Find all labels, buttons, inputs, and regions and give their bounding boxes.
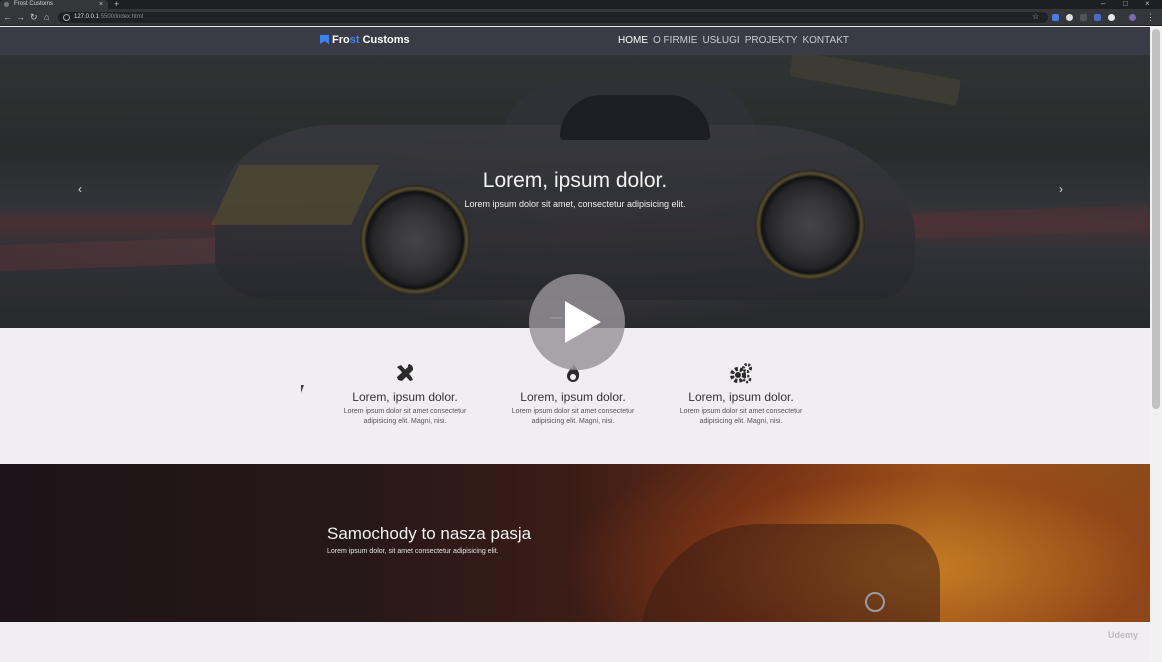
- menu-dots-icon[interactable]: ⋮: [1146, 12, 1155, 22]
- url-text: 127.0.0.1:5500/index.html: [74, 14, 144, 20]
- close-window-button[interactable]: ×: [1145, 0, 1150, 8]
- back-icon[interactable]: ←: [3, 12, 12, 22]
- site-navbar: Frost Customs HOME O FIRMIE USŁUGI PROJE…: [0, 27, 1150, 55]
- hero-title: Lorem, ipsum dolor.: [482, 169, 668, 192]
- extension-icon[interactable]: [1108, 14, 1115, 21]
- feature-title: Lorem, ipsum dolor.: [352, 390, 458, 404]
- extension-icon[interactable]: [1052, 14, 1059, 21]
- feature-text: Lorem ipsum dolor sit amet consectetur a…: [343, 408, 467, 425]
- browser-tab[interactable]: Frost Customs ×: [0, 0, 108, 9]
- cogs-icon: [671, 362, 811, 384]
- browser-toolbar: ← → ↻ ⌂ 127.0.0.1:5500/index.html ☆ ⋮: [0, 9, 1162, 26]
- bookmark-star-icon[interactable]: ☆: [1032, 12, 1039, 21]
- mouse-cursor-icon: [301, 385, 304, 393]
- scrollbar-thumb[interactable]: [1152, 29, 1160, 409]
- feature-title: Lorem, ipsum dolor.: [520, 390, 626, 404]
- browser-tab-bar: Frost Customs × + – □ ×: [0, 0, 1162, 9]
- next-section: [0, 622, 1150, 662]
- reload-icon[interactable]: ↻: [30, 12, 38, 22]
- nav-link-home[interactable]: HOME: [618, 35, 648, 46]
- play-video-button[interactable]: [529, 274, 625, 370]
- tab-title: Frost Customs: [14, 1, 54, 7]
- minimize-button[interactable]: –: [1101, 0, 1105, 8]
- extension-icon[interactable]: [1094, 14, 1101, 21]
- feature-card: Lorem, ipsum dolor. Lorem ipsum dolor si…: [671, 362, 811, 427]
- feature-title: Lorem, ipsum dolor.: [688, 390, 794, 404]
- nav-link-kontakt[interactable]: KONTAKT: [802, 35, 848, 46]
- brand-logo[interactable]: Frost Customs: [320, 34, 410, 46]
- nav-link-uslugi[interactable]: USŁUGI: [702, 35, 739, 46]
- favicon-icon: [4, 2, 9, 7]
- maximize-button[interactable]: □: [1123, 0, 1128, 8]
- nav-link-o-firmie[interactable]: O FIRMIE: [653, 35, 697, 46]
- feature-card: Lorem, ipsum dolor. Lorem ipsum dolor si…: [335, 362, 475, 427]
- carousel-next-icon[interactable]: ›: [1059, 182, 1063, 196]
- forward-icon[interactable]: →: [16, 12, 25, 22]
- extension-icon[interactable]: [1080, 14, 1087, 21]
- udemy-watermark: Udemy: [1108, 630, 1139, 640]
- profile-avatar[interactable]: [1129, 14, 1136, 21]
- extension-icon[interactable]: [1066, 14, 1073, 21]
- brand-icon: [320, 35, 329, 44]
- page-scrollbar[interactable]: [1150, 27, 1162, 662]
- feature-text: Lorem ipsum dolor sit amet consectetur a…: [511, 408, 635, 425]
- passion-subtitle: Lorem ipsum dolor, sit amet consectetur …: [327, 548, 499, 555]
- hero-subtitle: Lorem ipsum dolor sit amet, consectetur …: [464, 199, 686, 209]
- home-icon[interactable]: ⌂: [44, 12, 49, 22]
- tools-icon: [335, 362, 475, 384]
- address-bar[interactable]: 127.0.0.1:5500/index.html: [58, 12, 1048, 23]
- car-badge-logo: [865, 592, 885, 612]
- feature-card: Lorem, ipsum dolor. Lorem ipsum dolor si…: [503, 362, 643, 427]
- site-info-icon[interactable]: [63, 14, 70, 21]
- nav-links: HOME O FIRMIE USŁUGI PROJEKTY KONTAKT: [618, 35, 849, 46]
- feature-text: Lorem ipsum dolor sit amet consectetur a…: [679, 408, 803, 425]
- nav-link-projekty[interactable]: PROJEKTY: [745, 35, 798, 46]
- play-icon: [565, 301, 601, 343]
- tab-close-icon[interactable]: ×: [99, 0, 103, 9]
- passion-title: Samochody to nasza pasja: [327, 524, 532, 543]
- carousel-prev-icon[interactable]: ‹: [78, 182, 82, 196]
- passion-section: Samochody to nasza pasja Lorem ipsum dol…: [0, 464, 1150, 622]
- new-tab-button[interactable]: +: [114, 0, 119, 9]
